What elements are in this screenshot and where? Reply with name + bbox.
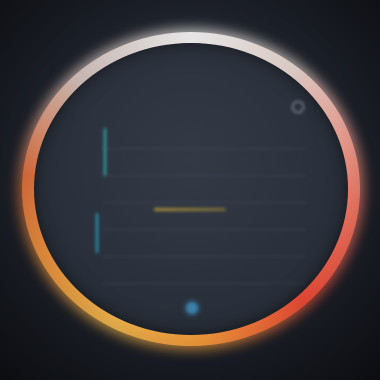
divider [102,256,306,257]
metric-list [84,125,306,287]
list-item[interactable] [84,260,306,287]
list-item[interactable] [84,152,306,179]
divider [102,283,306,284]
list-item[interactable] [84,179,306,206]
status-dot-icon[interactable] [186,302,198,314]
list-item[interactable] [84,206,306,233]
settings-icon[interactable] [292,101,304,113]
watch-dial [34,43,348,335]
smartwatch-scene [0,0,380,380]
divider [102,229,306,230]
divider [102,175,306,176]
divider [102,148,306,149]
list-item[interactable] [84,125,306,152]
divider [102,202,306,203]
list-item[interactable] [84,233,306,260]
